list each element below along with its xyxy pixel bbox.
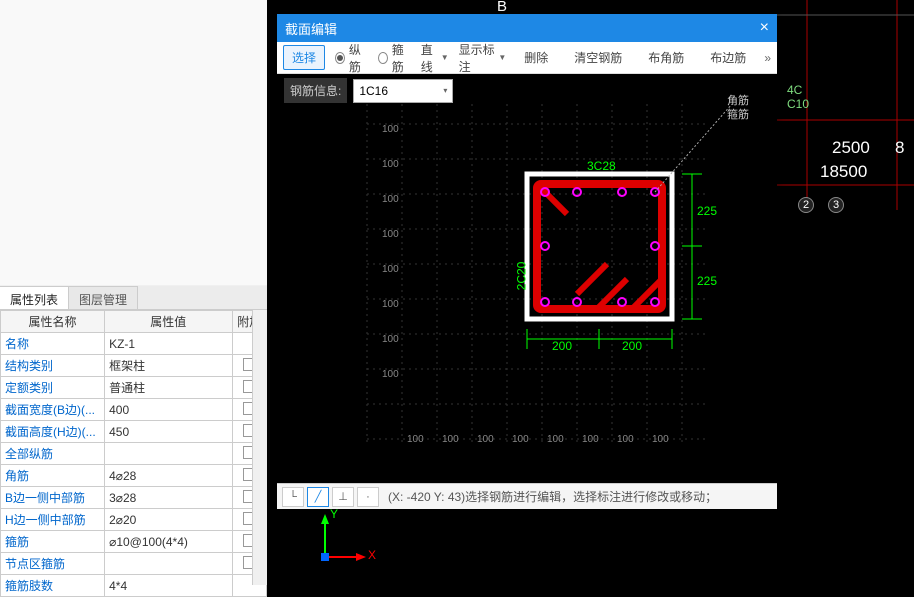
snap-perp-icon[interactable]: ⊥ [332,487,354,507]
svg-text:100: 100 [382,264,399,275]
radio-icon [335,52,345,64]
select-button[interactable]: 选择 [283,45,325,70]
scrollbar[interactable] [252,310,267,585]
table-row: 节点区箍筋 [1,553,267,575]
status-text: (X: -420 Y: 43)选择钢筋进行编辑，选择标注进行修改或移动； [388,488,717,505]
line-dropdown[interactable]: 直线 ▼ [421,41,449,75]
svg-text:100: 100 [382,229,399,240]
svg-text:100: 100 [582,434,599,445]
dim-200b: 200 [622,339,642,353]
table-row: 截面高度(H边)(...450 [1,421,267,443]
dialog-titlebar[interactable]: 截面编辑 × [277,14,777,42]
svg-text:100: 100 [382,369,399,380]
radio-stirrup[interactable]: 箍筋 [378,41,411,75]
corner-button[interactable]: 布角筋 [640,46,692,69]
table-row: 名称KZ-1 [1,333,267,355]
svg-text:100: 100 [442,434,459,445]
label-c10: C10 [787,97,809,111]
col-name: 属性名称 [1,311,105,333]
dim-225b: 225 [697,274,717,288]
axis-indicator: Y X [310,512,370,575]
svg-text:100: 100 [407,434,424,445]
chevron-down-icon: ▼ [498,53,506,62]
axis-x-label: X [368,548,376,562]
dialog-title-text: 截面编辑 [285,19,337,38]
snap-mid-icon[interactable]: ╱ [307,487,329,507]
left-blank-area [0,0,267,285]
radio-longitudinal[interactable]: 纵筋 [335,41,368,75]
radio-icon [378,52,388,64]
svg-text:100: 100 [652,434,669,445]
table-row: 箍筋⌀10@100(4*4) [1,531,267,553]
snap-endpoint-icon[interactable]: └ [282,487,304,507]
svg-text:100: 100 [382,159,399,170]
svg-text:100: 100 [617,434,634,445]
svg-text:100: 100 [382,299,399,310]
property-table: 属性名称 属性值 附加 名称KZ-1 结构类别框架柱 定额类别普通柱 截面宽度(… [0,310,267,597]
node-2[interactable]: 2 [798,197,814,213]
dialog-toolbar: 选择 纵筋 箍筋 直线 ▼ 显示标注 ▼ 删除 清空钢筋 布角筋 布边筋 » [277,42,777,74]
property-panel: 属性列表 图层管理 属性名称 属性值 附加 名称KZ-1 结构类别框架柱 定额类… [0,0,267,585]
label-side-bars: 2C20 [514,262,528,291]
dim-200a: 200 [552,339,572,353]
table-row: H边一侧中部筋2⌀20 [1,509,267,531]
overflow-icon[interactable]: » [764,51,771,65]
chevron-down-icon: ▾ [443,86,447,95]
steel-info-input[interactable]: 1C16 ▾ [353,79,453,103]
svg-text:100: 100 [382,124,399,135]
svg-text:100: 100 [477,434,494,445]
steel-info-row: 钢筋信息: 1C16 ▾ [284,78,453,103]
delete-button[interactable]: 删除 [516,46,556,69]
table-row: 角筋4⌀28 [1,465,267,487]
drawing-canvas[interactable]: 100 100 100 100 100 100 100 100 100 100 100 100… [277,74,777,483]
svg-text:100: 100 [547,434,564,445]
chevron-down-icon: ▼ [441,53,449,62]
table-row: 结构类别框架柱 [1,355,267,377]
axis-label-b: B [497,0,507,15]
svg-text:100: 100 [382,334,399,345]
table-row: 定额类别普通柱 [1,377,267,399]
label-top-bars: 3C28 [587,159,616,173]
dim-18500: 18500 [820,162,867,182]
dim-225a: 225 [697,204,717,218]
col-value: 属性值 [105,311,232,333]
label-4c: 4C [787,83,802,97]
axis-y-label: Y [330,507,338,521]
table-row: B边一侧中部筋3⌀28 [1,487,267,509]
dim-2500: 2500 [832,138,870,158]
snap-center-icon[interactable]: · [357,487,379,507]
svg-text:100: 100 [512,434,529,445]
panel-tabs: 属性列表 图层管理 [0,286,267,310]
close-icon[interactable]: × [760,19,769,37]
table-row: 全部纵筋 [1,443,267,465]
table-row: 截面宽度(B边)(...400 [1,399,267,421]
dim-8: 8 [895,138,904,158]
show-label-dropdown[interactable]: 显示标注 ▼ [459,41,507,75]
table-row: 箍筋肢数4*4 [1,575,267,597]
clear-button[interactable]: 清空钢筋 [566,46,630,69]
tab-layers[interactable]: 图层管理 [69,286,138,309]
tab-properties[interactable]: 属性列表 [0,286,69,309]
svg-text:100: 100 [382,194,399,205]
dialog-status-bar: └ ╱ ⊥ · (X: -420 Y: 43)选择钢筋进行编辑，选择标注进行修改… [277,483,777,509]
steel-info-label: 钢筋信息: [284,78,347,103]
corner-label2: 箍筋 [727,106,749,122]
node-3[interactable]: 3 [828,197,844,213]
edge-button[interactable]: 布边筋 [702,46,754,69]
